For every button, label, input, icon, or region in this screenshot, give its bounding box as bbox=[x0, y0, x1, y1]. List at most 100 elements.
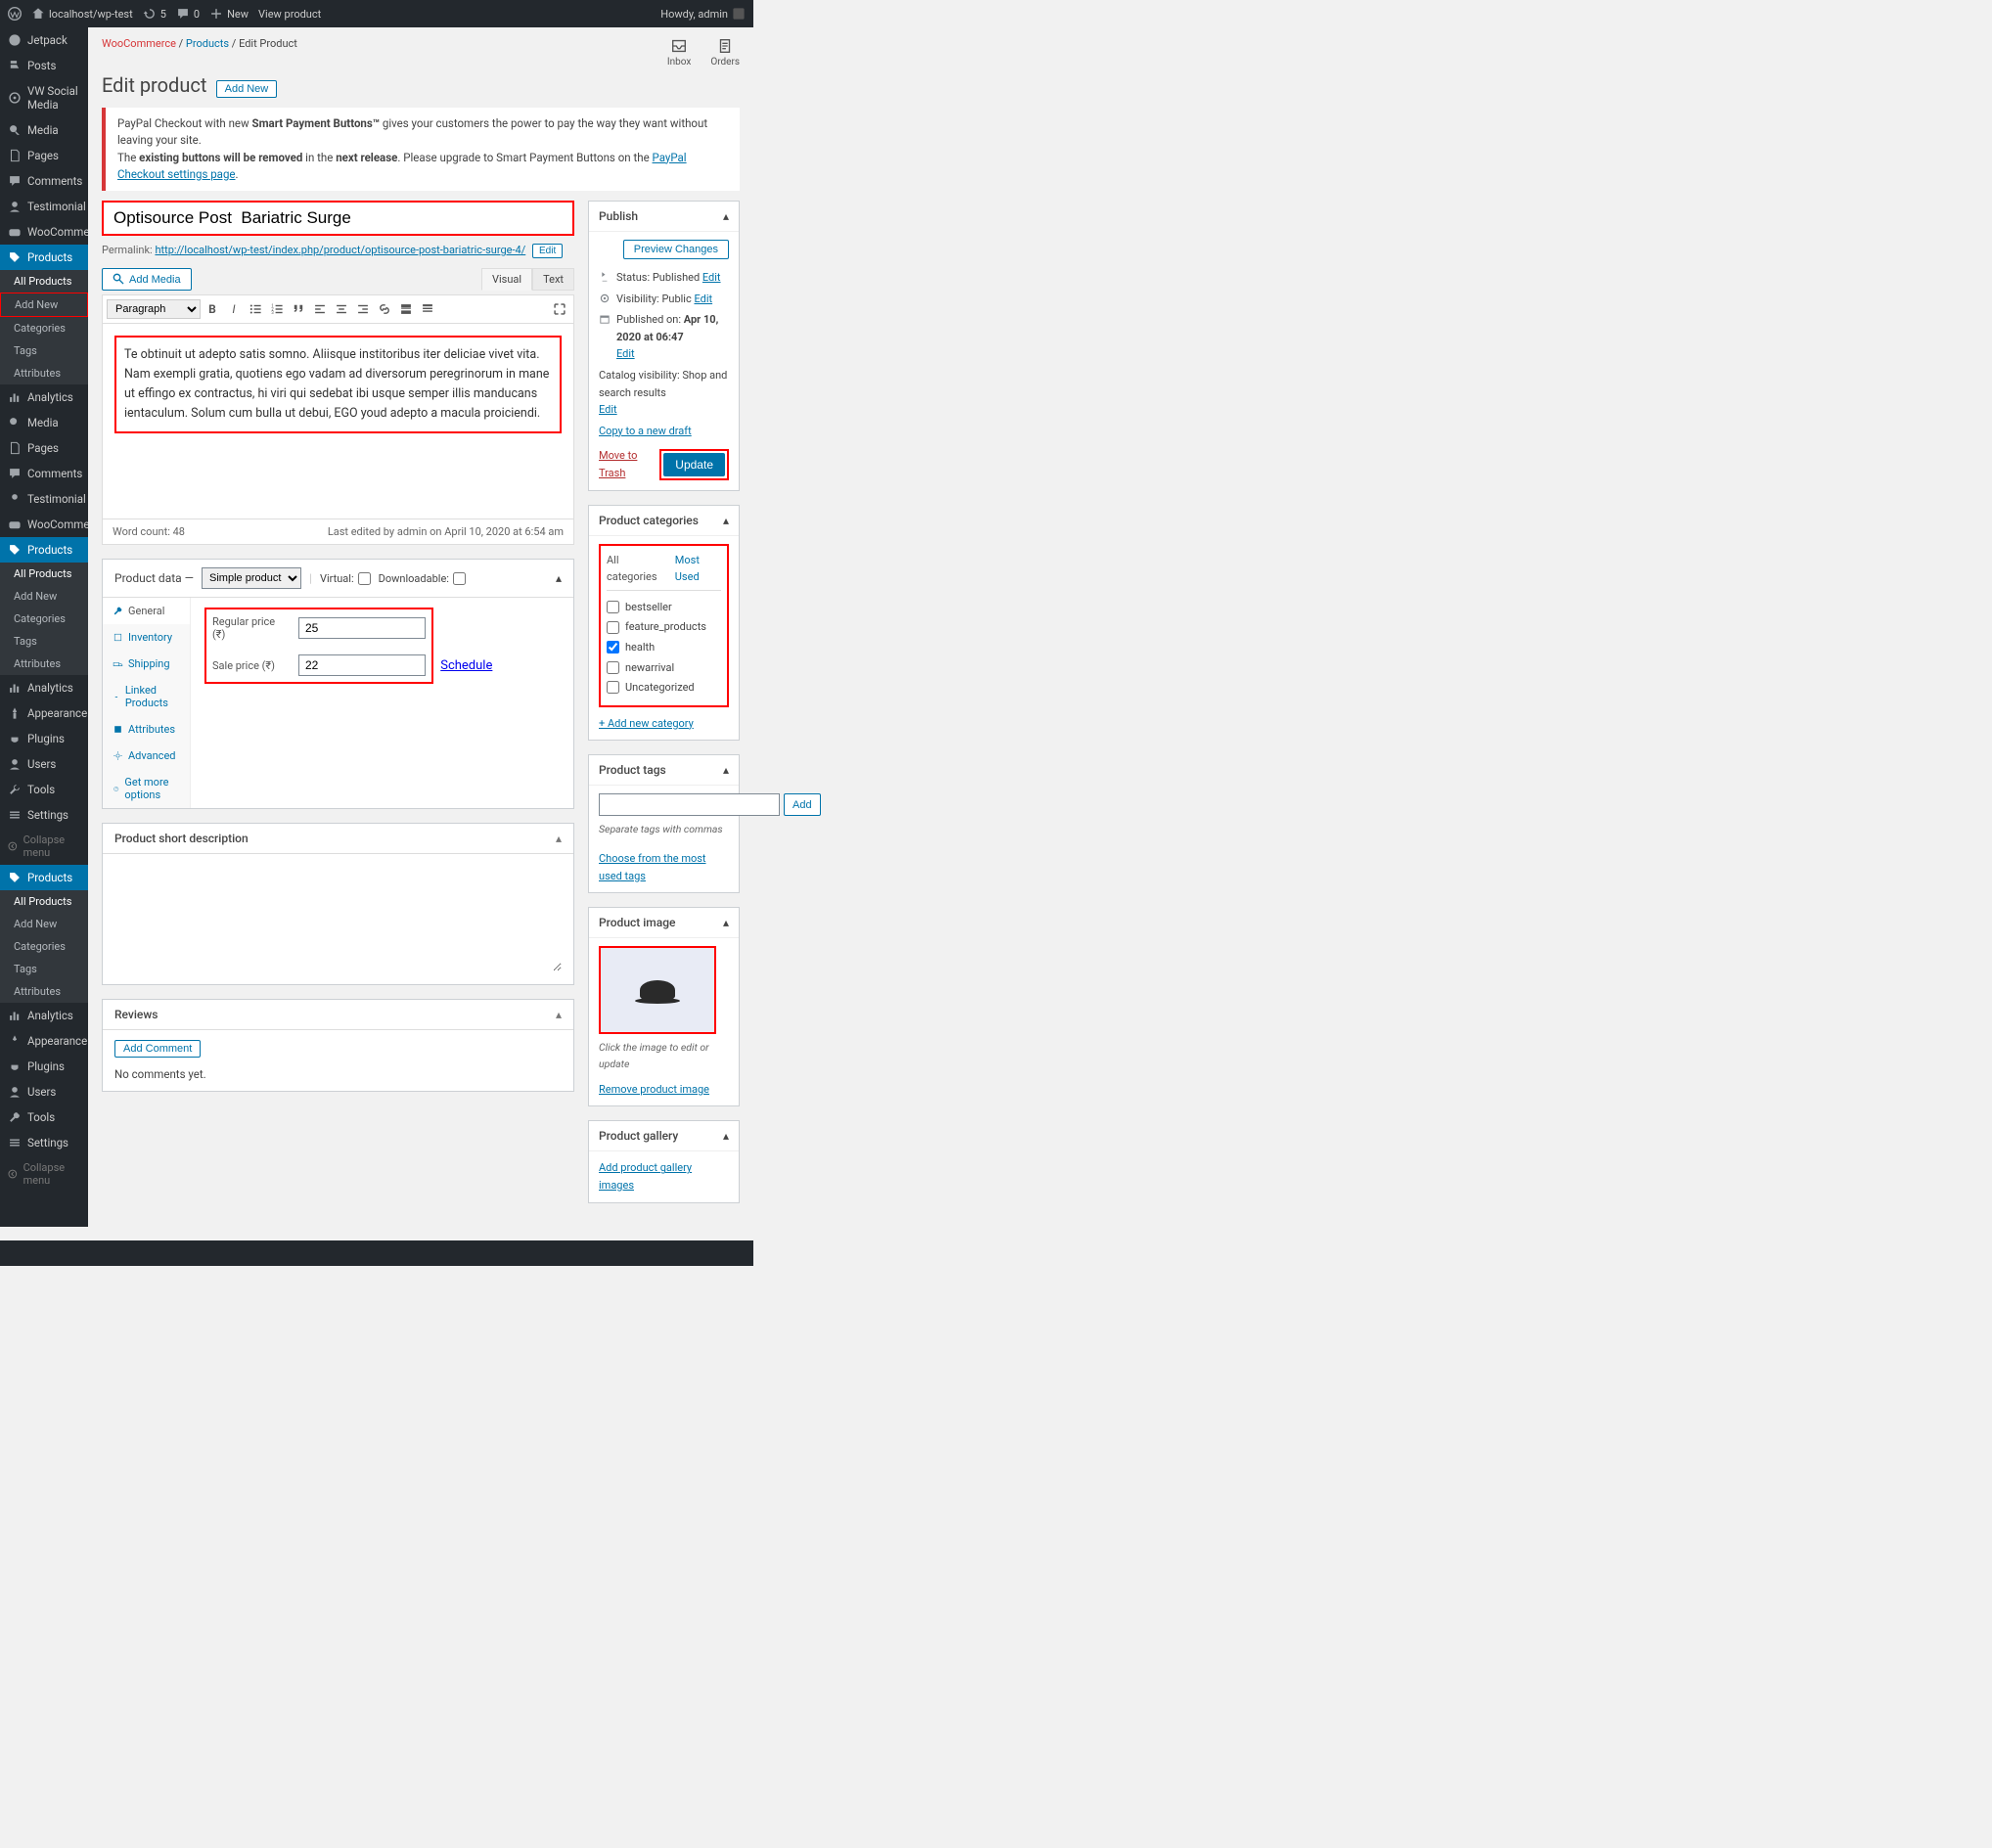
collapse-menu-2[interactable]: Collapse menu bbox=[0, 1155, 88, 1193]
visibility-edit-link[interactable]: Edit bbox=[694, 293, 712, 305]
submenu-attributes[interactable]: Attributes bbox=[0, 362, 88, 384]
permalink-edit-button[interactable]: Edit bbox=[532, 244, 563, 258]
add-comment-button[interactable]: Add Comment bbox=[114, 1040, 201, 1058]
menu-posts[interactable]: Posts bbox=[0, 53, 88, 78]
paragraph-select[interactable]: Paragraph bbox=[107, 299, 201, 319]
cat-bestseller-checkbox[interactable] bbox=[607, 601, 619, 613]
bc-products[interactable]: Products bbox=[186, 37, 229, 50]
menu-comments[interactable]: Comments bbox=[0, 168, 88, 194]
menu-products-3[interactable]: Products bbox=[0, 865, 88, 890]
pd-tab-attributes[interactable]: Attributes bbox=[103, 716, 190, 743]
virtual-checkbox[interactable] bbox=[358, 572, 371, 585]
orders-icon[interactable]: Orders bbox=[710, 37, 740, 68]
tab-text[interactable]: Text bbox=[532, 268, 574, 291]
pd-tab-inventory[interactable]: Inventory bbox=[103, 624, 190, 651]
pd-tab-general[interactable]: General bbox=[103, 598, 190, 624]
submenu-attributes-2[interactable]: Attributes bbox=[0, 653, 88, 675]
choose-tags-link[interactable]: Choose from the most used tags bbox=[599, 852, 706, 882]
submenu-all-products-3[interactable]: All Products bbox=[0, 890, 88, 913]
menu-vw-social[interactable]: VW Social Media bbox=[0, 78, 88, 117]
menu-settings-2[interactable]: Settings bbox=[0, 1130, 88, 1155]
sale-price-input[interactable] bbox=[298, 654, 426, 676]
tags-add-button[interactable]: Add bbox=[784, 793, 821, 816]
cat-tab-mostused[interactable]: Most Used bbox=[675, 552, 721, 590]
site-name[interactable]: localhost/wp-test bbox=[31, 7, 133, 21]
new-content[interactable]: New bbox=[209, 7, 249, 21]
submenu-tags[interactable]: Tags bbox=[0, 339, 88, 362]
product-image[interactable] bbox=[599, 946, 716, 1034]
remove-image-link[interactable]: Remove product image bbox=[599, 1083, 709, 1096]
downloadable-checkbox[interactable] bbox=[453, 572, 466, 585]
menu-woocommerce-2[interactable]: WooCommerce bbox=[0, 512, 88, 537]
copy-draft-link[interactable]: Copy to a new draft bbox=[599, 425, 692, 437]
menu-users[interactable]: Users bbox=[0, 751, 88, 777]
regular-price-input[interactable] bbox=[298, 617, 426, 639]
product-title-input[interactable] bbox=[102, 201, 574, 236]
add-media-button[interactable]: Add Media bbox=[102, 268, 192, 291]
readmore-icon[interactable] bbox=[396, 299, 416, 319]
pd-tab-more[interactable]: ?Get more options bbox=[103, 769, 190, 808]
menu-media[interactable]: Media bbox=[0, 117, 88, 143]
add-new-button[interactable]: Add New bbox=[216, 80, 278, 98]
comments-count[interactable]: 0 bbox=[176, 7, 200, 21]
menu-pages-2[interactable]: Pages bbox=[0, 435, 88, 461]
italic-icon[interactable]: I bbox=[224, 299, 244, 319]
menu-appearance-2[interactable]: Appearance bbox=[0, 1028, 88, 1054]
collapse-icon[interactable]: ▴ bbox=[723, 916, 729, 929]
howdy-user[interactable]: Howdy, admin bbox=[660, 7, 746, 21]
menu-woocommerce[interactable]: WooCommerce bbox=[0, 219, 88, 245]
menu-analytics[interactable]: Analytics bbox=[0, 384, 88, 410]
collapse-icon[interactable]: ▴ bbox=[723, 1129, 729, 1143]
toolbar-toggle-icon[interactable] bbox=[418, 299, 437, 319]
menu-users-2[interactable]: Users bbox=[0, 1079, 88, 1104]
menu-media-2[interactable]: Media bbox=[0, 410, 88, 435]
wp-logo[interactable] bbox=[8, 7, 22, 21]
bullet-list-icon[interactable] bbox=[246, 299, 265, 319]
cat-tab-all[interactable]: All categories bbox=[607, 552, 665, 590]
cat-uncategorized-checkbox[interactable] bbox=[607, 681, 619, 694]
pd-tab-advanced[interactable]: Advanced bbox=[103, 743, 190, 769]
submenu-all-products-2[interactable]: All Products bbox=[0, 563, 88, 585]
add-new-category-link[interactable]: + Add new category bbox=[599, 717, 694, 730]
pd-tab-linked[interactable]: Linked Products bbox=[103, 677, 190, 716]
editor-body[interactable]: Te obtinuit ut adepto satis somno. Aliis… bbox=[102, 324, 574, 519]
fullscreen-icon[interactable] bbox=[550, 299, 569, 319]
submenu-tags-2[interactable]: Tags bbox=[0, 630, 88, 653]
bc-woocommerce[interactable]: WooCommerce bbox=[102, 37, 176, 50]
update-button[interactable]: Update bbox=[663, 453, 725, 476]
submenu-tags-3[interactable]: Tags bbox=[0, 958, 88, 980]
submenu-categories-3[interactable]: Categories bbox=[0, 935, 88, 958]
quote-icon[interactable] bbox=[289, 299, 308, 319]
view-product[interactable]: View product bbox=[258, 8, 321, 21]
menu-tools[interactable]: Tools bbox=[0, 777, 88, 802]
product-type-select[interactable]: Simple product bbox=[202, 567, 301, 589]
submenu-categories[interactable]: Categories bbox=[0, 317, 88, 339]
collapse-icon[interactable]: ▴ bbox=[556, 1008, 562, 1021]
collapse-icon[interactable]: ▴ bbox=[723, 514, 729, 527]
menu-products[interactable]: Products bbox=[0, 245, 88, 270]
bold-icon[interactable]: B bbox=[203, 299, 222, 319]
updates-count[interactable]: 5 bbox=[143, 7, 166, 21]
align-center-icon[interactable] bbox=[332, 299, 351, 319]
menu-pages[interactable]: Pages bbox=[0, 143, 88, 168]
catalog-vis-edit-link[interactable]: Edit bbox=[599, 403, 617, 416]
permalink-url[interactable]: http://localhost/wp-test/index.php/produ… bbox=[155, 244, 525, 256]
tags-input[interactable] bbox=[599, 793, 780, 816]
submenu-add-new[interactable]: Add New bbox=[0, 293, 88, 317]
menu-analytics-3[interactable]: Analytics bbox=[0, 1003, 88, 1028]
schedule-link[interactable]: Schedule bbox=[440, 658, 492, 673]
menu-products-2[interactable]: Products bbox=[0, 537, 88, 563]
inbox-icon[interactable]: Inbox bbox=[667, 37, 691, 68]
cat-newarrival-checkbox[interactable] bbox=[607, 661, 619, 674]
tab-visual[interactable]: Visual bbox=[481, 268, 532, 291]
collapse-icon[interactable]: ▴ bbox=[723, 763, 729, 777]
pd-tab-shipping[interactable]: Shipping bbox=[103, 651, 190, 677]
menu-testimonial-2[interactable]: Testimonial bbox=[0, 486, 88, 512]
cat-feature-checkbox[interactable] bbox=[607, 621, 619, 634]
short-description-textarea[interactable] bbox=[114, 864, 562, 971]
cat-health-checkbox[interactable] bbox=[607, 641, 619, 654]
move-trash-link[interactable]: Move to Trash bbox=[599, 447, 659, 481]
menu-plugins-2[interactable]: Plugins bbox=[0, 1054, 88, 1079]
menu-comments-2[interactable]: Comments bbox=[0, 461, 88, 486]
menu-analytics-2[interactable]: Analytics bbox=[0, 675, 88, 700]
